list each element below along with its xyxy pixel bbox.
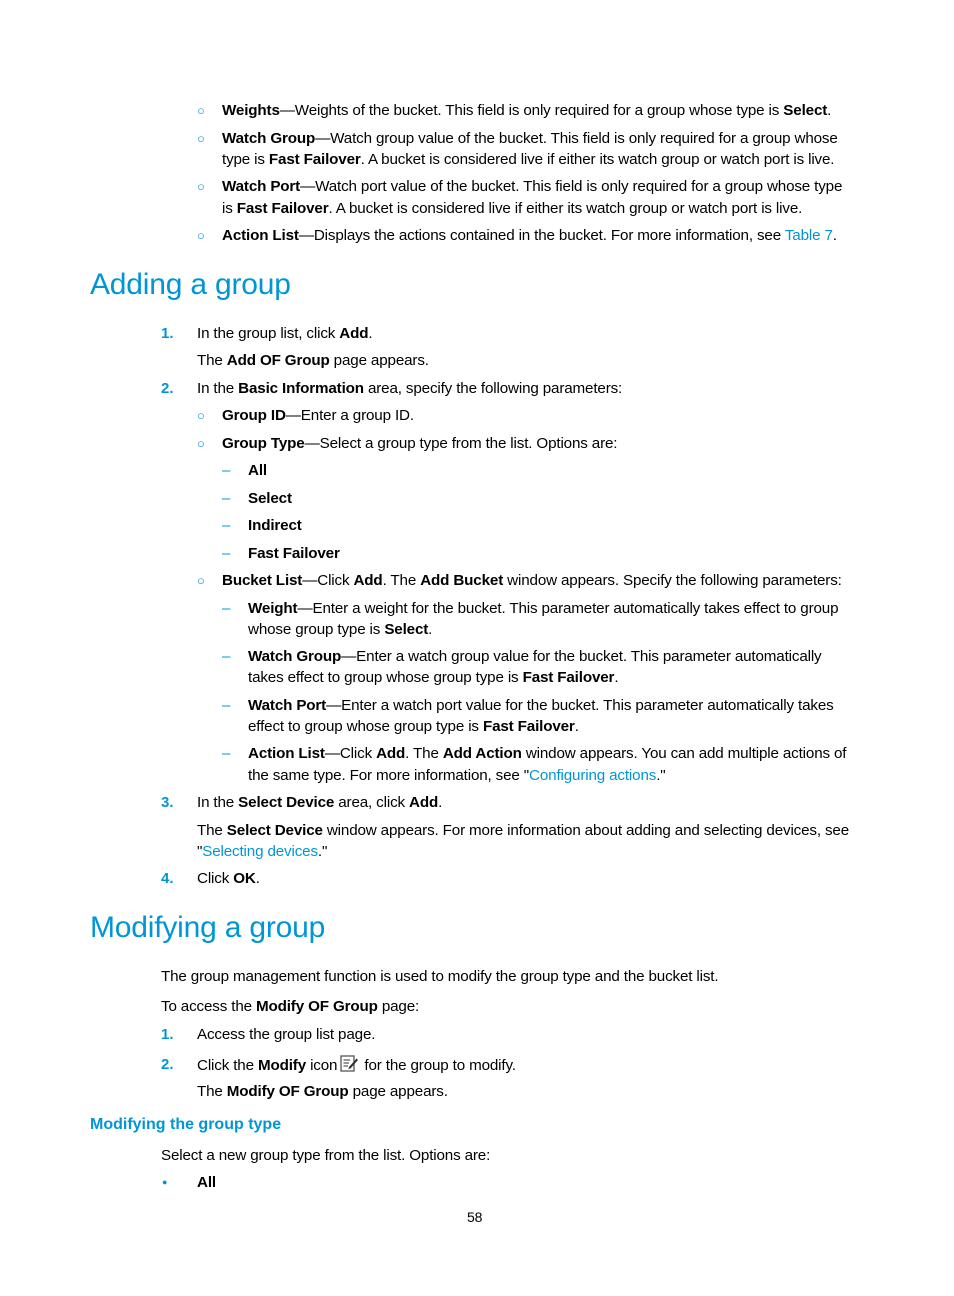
circle-bullet-icon: ○ (197, 573, 205, 588)
step-number: 2. (161, 1056, 174, 1073)
circle-bullet-icon: ○ (197, 408, 205, 423)
param-group-id: Group ID—Enter a group ID. (222, 407, 414, 424)
configuring-actions-link[interactable]: Configuring actions (529, 767, 656, 784)
param-group-type: Group Type—Select a group type from the … (222, 435, 618, 452)
option-fast-failover: Fast Failover (248, 545, 340, 562)
bucket-param-watch-port: Watch Port—Enter a watch port value for … (248, 697, 834, 714)
step-number: 1. (161, 325, 174, 342)
step-2: In the Basic Information area, specify t… (197, 380, 623, 397)
dash-bullet-icon: – (222, 600, 231, 617)
dash-bullet-icon: – (222, 697, 231, 714)
list-item-action-list: Action List—Displays the actions contain… (222, 227, 837, 244)
circle-bullet-icon: ○ (197, 228, 205, 243)
dash-bullet-icon: – (222, 745, 231, 762)
bucket-param-weight: Weight—Enter a weight for the bucket. Th… (248, 600, 839, 617)
heading-modifying-a-group: Modifying a group (90, 911, 326, 944)
bucket-param-watch-port-cont: effect to group whose group type is Fast… (248, 718, 579, 735)
list-item-watch-group: Watch Group—Watch group value of the buc… (222, 130, 838, 147)
bucket-param-action-list: Action List—Click Add. The Add Action wi… (248, 745, 847, 762)
intro-paragraph: The group management function is used to… (161, 968, 719, 985)
list-item-watch-port: Watch Port—Watch port value of the bucke… (222, 178, 843, 195)
step-number: 3. (161, 794, 174, 811)
step-1-note: The Add OF Group page appears. (197, 352, 429, 369)
param-bucket-list: Bucket List—Click Add. The Add Bucket wi… (222, 572, 842, 589)
dot-bullet-icon: ● (162, 1177, 168, 1187)
sub-intro: Select a new group type from the list. O… (161, 1147, 491, 1164)
list-item-weights: Weights—Weights of the bucket. This fiel… (222, 102, 832, 119)
circle-bullet-icon: ○ (197, 436, 205, 451)
modify-step-2-note: The Modify OF Group page appears. (197, 1083, 448, 1100)
step-number: 2. (161, 380, 174, 397)
dash-bullet-icon: – (222, 462, 231, 479)
modify-step-2: Click the Modify icon for the group to m… (197, 1054, 516, 1076)
dash-bullet-icon: – (222, 517, 231, 534)
dash-bullet-icon: – (222, 648, 231, 665)
option-indirect: Indirect (248, 517, 302, 534)
access-paragraph: To access the Modify OF Group page: (161, 998, 420, 1015)
bucket-param-action-list-cont: the same type. For more information, see… (248, 767, 666, 784)
step-3: In the Select Device area, click Add. (197, 794, 443, 811)
list-item-watch-group-cont: type is Fast Failover. A bucket is consi… (222, 151, 835, 168)
dash-bullet-icon: – (222, 545, 231, 562)
step-4: Click OK. (197, 870, 260, 887)
option-all: All (197, 1174, 216, 1191)
step-number: 4. (161, 870, 174, 887)
heading-adding-a-group: Adding a group (90, 268, 291, 301)
bucket-param-watch-group-cont: takes effect to group whose group type i… (248, 669, 619, 686)
step-number: 1. (161, 1026, 174, 1043)
option-all: All (248, 462, 267, 479)
step-3-note: The Select Device window appears. For mo… (197, 822, 850, 839)
option-select: Select (248, 490, 292, 507)
table-7-link[interactable]: Table 7 (785, 227, 833, 244)
bucket-param-watch-group: Watch Group—Enter a watch group value fo… (248, 648, 822, 665)
subheading-modifying-group-type: Modifying the group type (90, 1116, 282, 1133)
circle-bullet-icon: ○ (197, 179, 205, 194)
modify-step-1: Access the group list page. (197, 1026, 376, 1043)
circle-bullet-icon: ○ (197, 131, 205, 146)
list-item-watch-port-cont: is Fast Failover. A bucket is considered… (222, 200, 803, 217)
circle-bullet-icon: ○ (197, 103, 205, 118)
dash-bullet-icon: – (222, 490, 231, 507)
step-3-note-cont: "Selecting devices." (197, 843, 328, 860)
edit-icon (340, 1054, 359, 1072)
bucket-param-weight-cont: whose group type is Select. (248, 621, 433, 638)
page-number: 58 (467, 1209, 483, 1225)
step-1: In the group list, click Add. (197, 325, 373, 342)
selecting-devices-link[interactable]: Selecting devices (202, 843, 318, 860)
